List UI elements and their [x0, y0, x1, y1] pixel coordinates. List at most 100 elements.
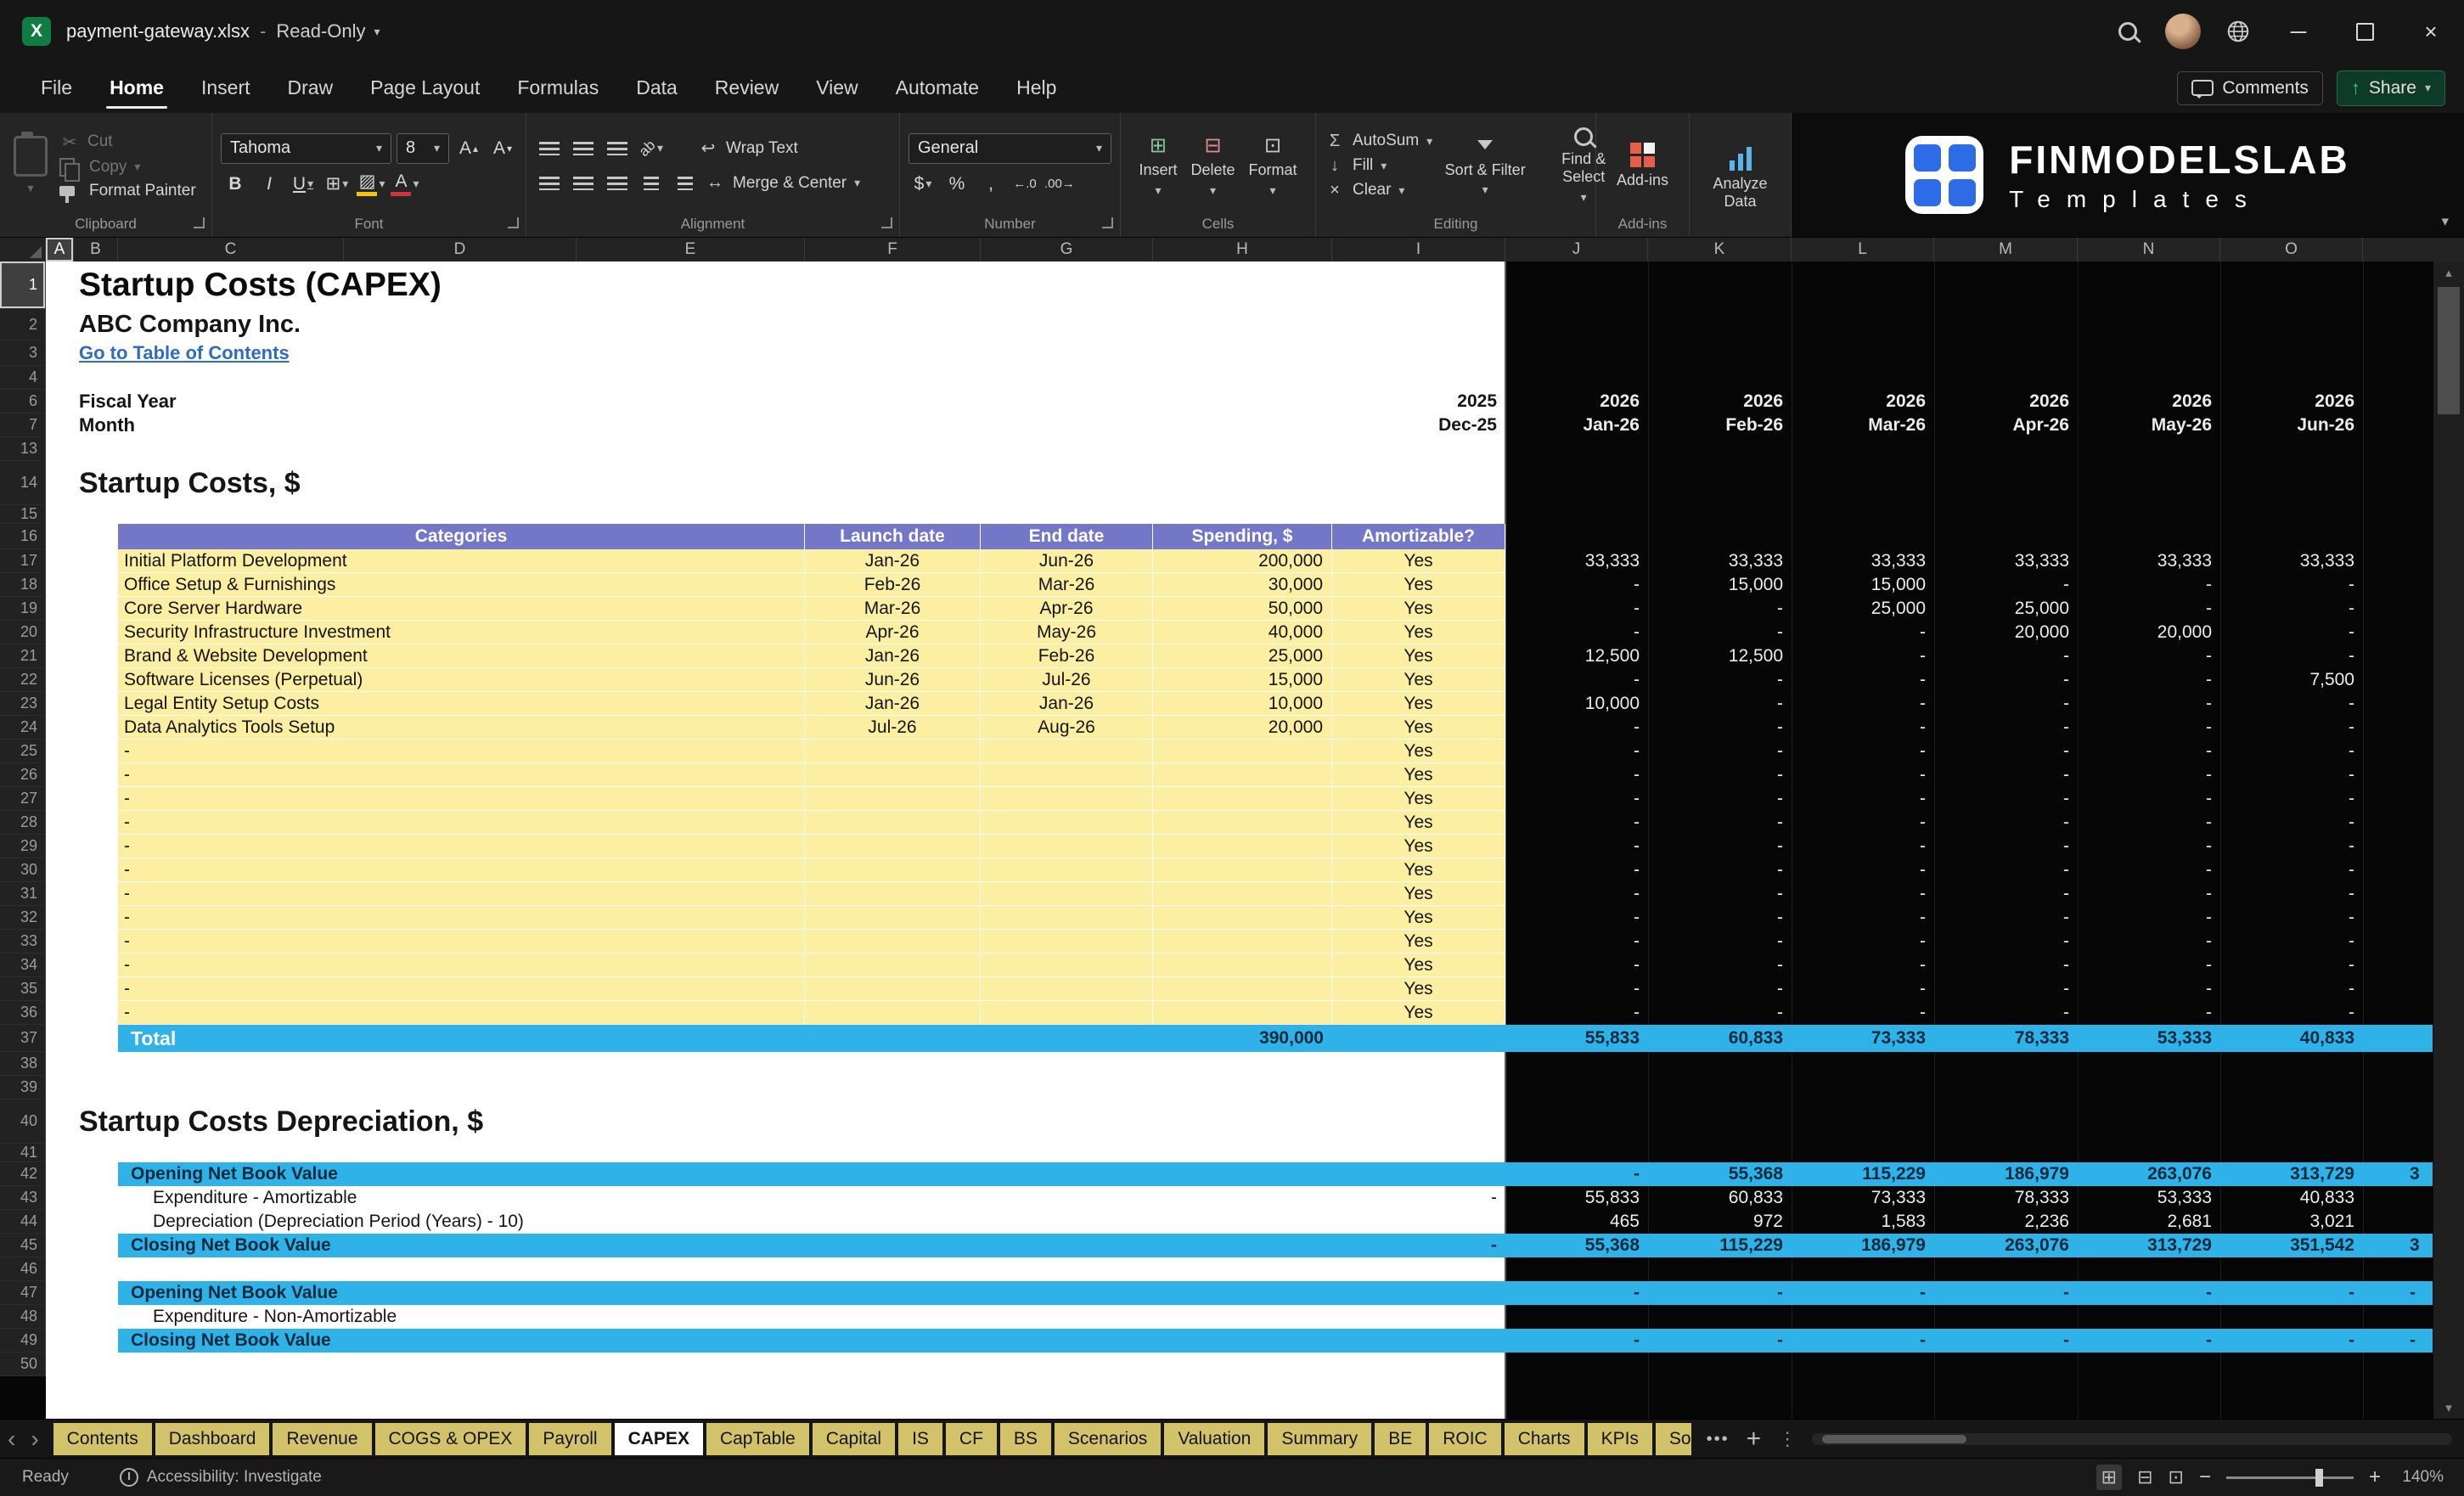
category-cell[interactable]: Software Licenses (Perpetual)	[118, 668, 805, 692]
column-header-n[interactable]: N	[2078, 238, 2220, 262]
end-date-cell[interactable]: Mar-26	[981, 573, 1153, 597]
row-header-28[interactable]: 28	[0, 811, 46, 835]
comma-format-button[interactable]: ,	[976, 170, 1005, 199]
value-cell-l-33[interactable]: -	[1792, 930, 1934, 953]
vertical-scrollbar[interactable]: ▴ ▾	[2433, 262, 2464, 1419]
spending-cell[interactable]	[1153, 787, 1332, 811]
end-date-cell[interactable]: Apr-26	[981, 597, 1153, 621]
previous-sheet-icon[interactable]: ‹	[8, 1427, 15, 1451]
value-cell-n-22[interactable]: -	[2078, 668, 2220, 692]
underline-button[interactable]: U ▾	[289, 170, 318, 199]
value-cell-m-23[interactable]: -	[1934, 692, 2078, 716]
page-layout-view-button[interactable]: ⊟	[2137, 1466, 2152, 1488]
value-cell-j-33[interactable]: -	[1505, 930, 1648, 953]
value-cell-o-25[interactable]: -	[2220, 740, 2363, 763]
amortizable-cell[interactable]: Yes	[1332, 835, 1505, 858]
amortizable-cell[interactable]: Yes	[1332, 573, 1505, 597]
amortizable-cell[interactable]: Yes	[1332, 716, 1505, 740]
row-header-43[interactable]: 43	[0, 1186, 46, 1210]
spending-cell[interactable]: 50,000	[1153, 597, 1332, 621]
value-cell-m-36[interactable]: -	[1934, 1001, 2078, 1025]
value-cell-l-24[interactable]: -	[1792, 716, 1934, 740]
band-cell-i-45[interactable]: -	[1332, 1234, 1505, 1257]
launch-date-cell[interactable]: Jun-26	[805, 668, 981, 692]
wrap-text-button[interactable]: ↩ Wrap Text	[698, 138, 798, 159]
fill-color-button[interactable]: ▨ ▾	[357, 170, 385, 199]
launch-date-cell[interactable]: Jan-26	[805, 549, 981, 573]
value-cell-k-32[interactable]: -	[1648, 906, 1792, 930]
value-cell-k-35[interactable]: -	[1648, 977, 1792, 1001]
value-cell-k-17[interactable]: 33,333	[1648, 549, 1792, 573]
value-cell-j-27[interactable]: -	[1505, 787, 1648, 811]
row-header-27[interactable]: 27	[0, 787, 46, 811]
next-sheet-icon[interactable]: ›	[31, 1427, 38, 1451]
launch-date-cell[interactable]	[805, 977, 981, 1001]
dep-cell-j-43[interactable]: 55,833	[1505, 1186, 1648, 1210]
analyze-data-button[interactable]: Analyze Data	[1699, 145, 1782, 211]
value-cell-j-31[interactable]: -	[1505, 882, 1648, 906]
cell-o-7[interactable]: Jun-26	[2220, 413, 2363, 437]
band-cell-o-45[interactable]: 351,542	[2220, 1234, 2363, 1257]
band-cell-m-47[interactable]: -	[1934, 1281, 2078, 1305]
end-date-cell[interactable]: Jan-26	[981, 692, 1153, 716]
column-header-h[interactable]: H	[1153, 238, 1332, 262]
end-date-cell[interactable]	[981, 906, 1153, 930]
value-cell-k-18[interactable]: 15,000	[1648, 573, 1792, 597]
scroll-up-icon[interactable]: ▴	[2433, 265, 2464, 280]
scroll-down-icon[interactable]: ▾	[2433, 1400, 2464, 1415]
row-header-2[interactable]: 2	[0, 309, 46, 340]
spending-cell[interactable]: 200,000	[1153, 549, 1332, 573]
zoom-slider[interactable]	[2225, 1468, 2354, 1487]
align-bottom-button[interactable]	[603, 134, 632, 163]
decrease-decimal-button[interactable]: .00→	[1044, 170, 1075, 199]
value-cell-j-29[interactable]: -	[1505, 835, 1648, 858]
value-cell-k-20[interactable]: -	[1648, 621, 1792, 644]
band-cell-n-49[interactable]: -	[2078, 1329, 2220, 1353]
value-cell-k-29[interactable]: -	[1648, 835, 1792, 858]
read-only-mode-button[interactable]: Read-Only ▾	[276, 20, 380, 42]
value-cell-k-22[interactable]: -	[1648, 668, 1792, 692]
sheet-tab-charts[interactable]: Charts	[1504, 1423, 1584, 1455]
menu-view[interactable]: View	[797, 63, 876, 113]
launch-date-cell[interactable]	[805, 763, 981, 787]
amortizable-cell[interactable]: Yes	[1332, 597, 1505, 621]
menu-insert[interactable]: Insert	[183, 63, 269, 113]
cell-o-6[interactable]: 2026	[2220, 390, 2363, 413]
value-cell-k-34[interactable]: -	[1648, 953, 1792, 977]
value-cell-m-18[interactable]: -	[1934, 573, 2078, 597]
spending-cell[interactable]: 30,000	[1153, 573, 1332, 597]
sheet-tab-cogs-opex[interactable]: COGS & OPEX	[374, 1423, 526, 1455]
cell-k-7[interactable]: Feb-26	[1648, 413, 1792, 437]
value-cell-o-26[interactable]: -	[2220, 763, 2363, 787]
value-cell-m-29[interactable]: -	[1934, 835, 2078, 858]
column-header-g[interactable]: G	[981, 238, 1153, 262]
value-cell-n-34[interactable]: -	[2078, 953, 2220, 977]
value-cell-l-27[interactable]: -	[1792, 787, 1934, 811]
value-cell-m-19[interactable]: 25,000	[1934, 597, 2078, 621]
value-cell-j-24[interactable]: -	[1505, 716, 1648, 740]
value-cell-l-31[interactable]: -	[1792, 882, 1934, 906]
value-cell-j-35[interactable]: -	[1505, 977, 1648, 1001]
band-cell-m-49[interactable]: -	[1934, 1329, 2078, 1353]
end-date-cell[interactable]: Jul-26	[981, 668, 1153, 692]
sheet-tab-payroll[interactable]: Payroll	[529, 1423, 611, 1455]
band-cell-j-49[interactable]: -	[1505, 1329, 1648, 1353]
category-cell[interactable]: -	[118, 882, 805, 906]
value-cell-o-24[interactable]: -	[2220, 716, 2363, 740]
column-header-j[interactable]: J	[1505, 238, 1648, 262]
amortizable-cell[interactable]: Yes	[1332, 811, 1505, 835]
orientation-button[interactable]: ab ▾	[636, 134, 666, 163]
column-header-m[interactable]: M	[1934, 238, 2078, 262]
dep-cell-m-43[interactable]: 78,333	[1934, 1186, 2078, 1210]
band-cell-j-45[interactable]: 55,368	[1505, 1234, 1648, 1257]
value-cell-m-34[interactable]: -	[1934, 953, 2078, 977]
value-cell-o-30[interactable]: -	[2220, 858, 2363, 882]
end-date-cell[interactable]	[981, 1001, 1153, 1025]
category-cell[interactable]: -	[118, 953, 805, 977]
value-cell-o-35[interactable]: -	[2220, 977, 2363, 1001]
select-all-corner[interactable]	[0, 238, 46, 262]
menu-data[interactable]: Data	[617, 63, 696, 113]
band-cell-o-47[interactable]: -	[2220, 1281, 2363, 1305]
dep-cell-k-43[interactable]: 60,833	[1648, 1186, 1792, 1210]
minimize-button[interactable]: ─	[2265, 0, 2332, 63]
